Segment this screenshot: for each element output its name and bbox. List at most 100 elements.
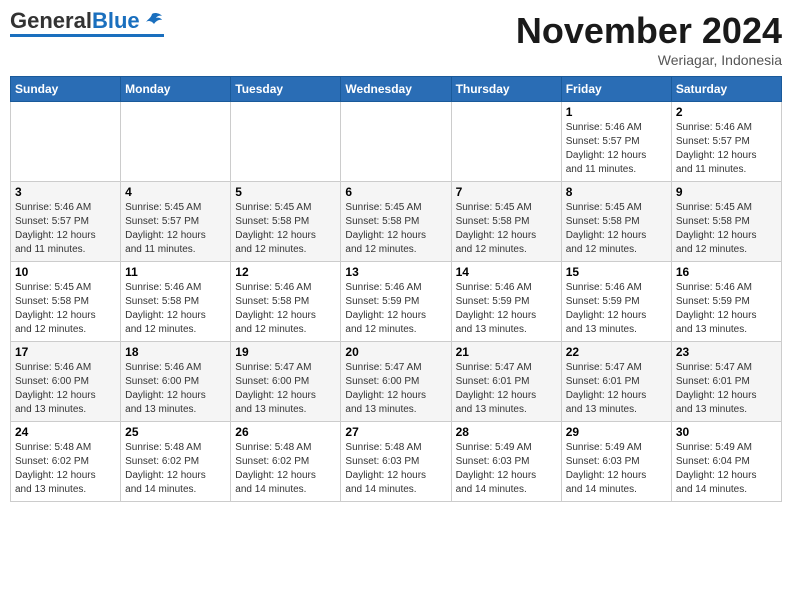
calendar-cell: 13 Sunrise: 5:46 AM Sunset: 5:59 PM Dayli… [341,262,451,342]
day-info: Sunrise: 5:45 AM Sunset: 5:58 PM Dayligh… [345,201,446,257]
weekday-header: Sunday [11,77,121,102]
weekday-header: Wednesday [341,77,451,102]
day-info: Sunrise: 5:46 AM Sunset: 5:59 PM Dayligh… [676,281,777,337]
day-number: 2 [676,105,777,119]
day-number: 9 [676,185,777,199]
calendar-cell: 5 Sunrise: 5:45 AM Sunset: 5:58 PM Daylig… [231,182,341,262]
location-subtitle: Weriagar, Indonesia [516,52,782,68]
calendar-week-row: 17 Sunrise: 5:46 AM Sunset: 6:00 PM Dayli… [11,342,782,422]
day-number: 10 [15,265,116,279]
calendar-cell: 27Sunrise: 5:48 AM Sunset: 6:03 PM Dayli… [341,422,451,502]
day-info: Sunrise: 5:46 AM Sunset: 5:59 PM Dayligh… [345,281,446,337]
calendar-cell: 3 Sunrise: 5:46 AM Sunset: 5:57 PM Daylig… [11,182,121,262]
day-number: 11 [125,265,226,279]
day-info: Sunrise: 5:46 AM Sunset: 5:57 PM Dayligh… [15,201,116,257]
day-number: 26 [235,425,336,439]
calendar-cell: 23 Sunrise: 5:47 AM Sunset: 6:01 PM Dayli… [671,342,781,422]
calendar-cell: 25 Sunrise: 5:48 AM Sunset: 6:02 PM Dayli… [121,422,231,502]
calendar-cell: 21Sunrise: 5:47 AM Sunset: 6:01 PM Dayli… [451,342,561,422]
day-info: Sunrise: 5:45 AM Sunset: 5:58 PM Dayligh… [235,201,336,257]
title-area: November 2024 Weriagar, Indonesia [516,10,782,68]
day-number: 30 [676,425,777,439]
day-info: Sunrise: 5:49 AM Sunset: 6:04 PM Dayligh… [676,441,777,497]
day-number: 1 [566,105,667,119]
calendar-week-row: 10 Sunrise: 5:45 AM Sunset: 5:58 PM Dayli… [11,262,782,342]
calendar-cell: 4Sunrise: 5:45 AM Sunset: 5:57 PM Daylig… [121,182,231,262]
day-info: Sunrise: 5:46 AM Sunset: 5:59 PM Dayligh… [456,281,557,337]
day-info: Sunrise: 5:49 AM Sunset: 6:03 PM Dayligh… [566,441,667,497]
calendar-cell: 28 Sunrise: 5:49 AM Sunset: 6:03 PM Dayli… [451,422,561,502]
day-number: 13 [345,265,446,279]
day-info: Sunrise: 5:46 AM Sunset: 5:57 PM Dayligh… [566,121,667,177]
calendar-week-row: 3 Sunrise: 5:46 AM Sunset: 5:57 PM Daylig… [11,182,782,262]
day-info: Sunrise: 5:45 AM Sunset: 5:58 PM Dayligh… [676,201,777,257]
calendar-cell [231,102,341,182]
calendar-cell: 29 Sunrise: 5:49 AM Sunset: 6:03 PM Dayli… [561,422,671,502]
calendar-cell: 20Sunrise: 5:47 AM Sunset: 6:00 PM Dayli… [341,342,451,422]
calendar-table: SundayMondayTuesdayWednesdayThursdayFrid… [10,76,782,502]
day-info: Sunrise: 5:45 AM Sunset: 5:58 PM Dayligh… [566,201,667,257]
weekday-header: Saturday [671,77,781,102]
day-number: 17 [15,345,116,359]
day-number: 24 [15,425,116,439]
calendar-cell: 12 Sunrise: 5:46 AM Sunset: 5:58 PM Dayli… [231,262,341,342]
day-info: Sunrise: 5:49 AM Sunset: 6:03 PM Dayligh… [456,441,557,497]
day-number: 14 [456,265,557,279]
day-number: 22 [566,345,667,359]
day-info: Sunrise: 5:47 AM Sunset: 6:00 PM Dayligh… [235,361,336,417]
day-info: Sunrise: 5:46 AM Sunset: 5:58 PM Dayligh… [125,281,226,337]
calendar-cell [341,102,451,182]
calendar-cell: 14 Sunrise: 5:46 AM Sunset: 5:59 PM Dayli… [451,262,561,342]
day-number: 12 [235,265,336,279]
day-number: 7 [456,185,557,199]
day-number: 4 [125,185,226,199]
day-number: 6 [345,185,446,199]
day-info: Sunrise: 5:46 AM Sunset: 5:59 PM Dayligh… [566,281,667,337]
logo-general: General [10,8,92,33]
calendar-cell: 6 Sunrise: 5:45 AM Sunset: 5:58 PM Daylig… [341,182,451,262]
calendar-cell: 1 Sunrise: 5:46 AM Sunset: 5:57 PM Daylig… [561,102,671,182]
calendar-cell: 8Sunrise: 5:45 AM Sunset: 5:58 PM Daylig… [561,182,671,262]
day-number: 5 [235,185,336,199]
month-title: November 2024 [516,10,782,52]
calendar-cell: 24 Sunrise: 5:48 AM Sunset: 6:02 PM Dayli… [11,422,121,502]
weekday-header: Thursday [451,77,561,102]
day-info: Sunrise: 5:47 AM Sunset: 6:01 PM Dayligh… [676,361,777,417]
day-number: 19 [235,345,336,359]
calendar-cell: 9 Sunrise: 5:45 AM Sunset: 5:58 PM Daylig… [671,182,781,262]
day-number: 25 [125,425,226,439]
day-info: Sunrise: 5:46 AM Sunset: 6:00 PM Dayligh… [15,361,116,417]
calendar-cell: 26 Sunrise: 5:48 AM Sunset: 6:02 PM Dayli… [231,422,341,502]
weekday-header: Tuesday [231,77,341,102]
day-info: Sunrise: 5:47 AM Sunset: 6:00 PM Dayligh… [345,361,446,417]
day-number: 21 [456,345,557,359]
day-info: Sunrise: 5:45 AM Sunset: 5:58 PM Dayligh… [15,281,116,337]
day-number: 28 [456,425,557,439]
day-info: Sunrise: 5:46 AM Sunset: 5:58 PM Dayligh… [235,281,336,337]
calendar-cell: 10 Sunrise: 5:45 AM Sunset: 5:58 PM Dayli… [11,262,121,342]
day-info: Sunrise: 5:48 AM Sunset: 6:02 PM Dayligh… [15,441,116,497]
day-number: 15 [566,265,667,279]
logo: GeneralBlue [10,10,164,37]
calendar-cell: 2 Sunrise: 5:46 AM Sunset: 5:57 PM Daylig… [671,102,781,182]
weekday-header-row: SundayMondayTuesdayWednesdayThursdayFrid… [11,77,782,102]
calendar-cell [11,102,121,182]
calendar-cell: 30 Sunrise: 5:49 AM Sunset: 6:04 PM Dayli… [671,422,781,502]
day-number: 23 [676,345,777,359]
day-number: 3 [15,185,116,199]
calendar-cell: 15 Sunrise: 5:46 AM Sunset: 5:59 PM Dayli… [561,262,671,342]
calendar-cell: 7Sunrise: 5:45 AM Sunset: 5:58 PM Daylig… [451,182,561,262]
calendar-week-row: 24 Sunrise: 5:48 AM Sunset: 6:02 PM Dayli… [11,422,782,502]
day-info: Sunrise: 5:48 AM Sunset: 6:02 PM Dayligh… [125,441,226,497]
day-number: 29 [566,425,667,439]
day-info: Sunrise: 5:46 AM Sunset: 5:57 PM Dayligh… [676,121,777,177]
day-info: Sunrise: 5:48 AM Sunset: 6:02 PM Dayligh… [235,441,336,497]
day-info: Sunrise: 5:48 AM Sunset: 6:03 PM Dayligh… [345,441,446,497]
calendar-cell [451,102,561,182]
calendar-cell: 11 Sunrise: 5:46 AM Sunset: 5:58 PM Dayli… [121,262,231,342]
page-header: GeneralBlue November 2024 Weriagar, Indo… [10,10,782,68]
logo-blue: Blue [92,8,140,33]
calendar-cell: 18Sunrise: 5:46 AM Sunset: 6:00 PM Dayli… [121,342,231,422]
day-number: 18 [125,345,226,359]
day-info: Sunrise: 5:47 AM Sunset: 6:01 PM Dayligh… [566,361,667,417]
